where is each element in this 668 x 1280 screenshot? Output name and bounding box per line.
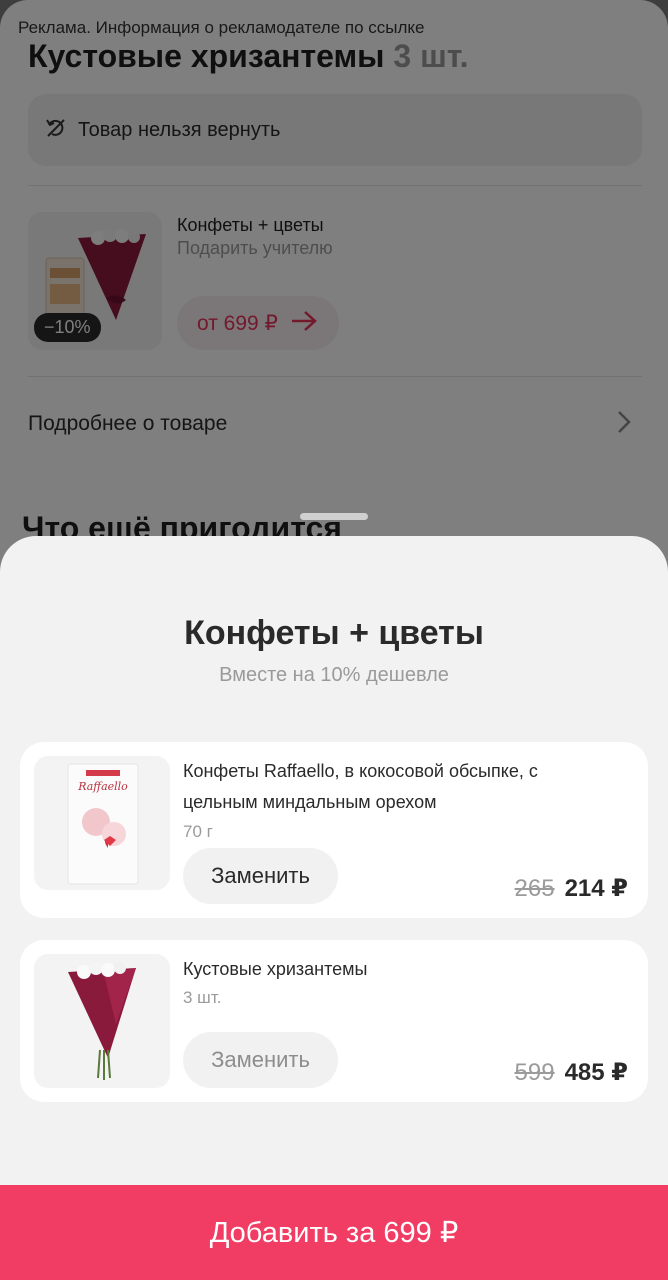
product-name: Кустовые хризантемы xyxy=(183,959,368,979)
product-image-chrysanthemums[interactable] xyxy=(34,954,170,1088)
price: 265 214 ₽ xyxy=(515,874,628,903)
replace-button[interactable]: Заменить xyxy=(183,1032,338,1088)
add-to-cart-button[interactable]: Добавить за 699 ₽ xyxy=(0,1185,668,1280)
sheet-title: Конфеты + цветы xyxy=(184,614,484,652)
new-price: 485 ₽ xyxy=(564,1059,628,1086)
raffaello-brand-logo: Raffaello xyxy=(77,780,128,793)
old-price: 265 xyxy=(514,875,555,902)
product-weight: 70 г xyxy=(183,822,213,841)
new-price: 214 ₽ xyxy=(564,875,628,902)
sheet-drag-handle[interactable] xyxy=(300,513,368,520)
price: 599 485 ₽ xyxy=(515,1058,628,1087)
product-name: Конфеты Raffaello, в кокосовой обсыпке, … xyxy=(183,761,538,812)
bottom-sheet: Конфеты + цветы Вместе на 10% дешевле Ra… xyxy=(0,536,668,1280)
product-card: Raffaello Конфеты Raffaello, в кокосовой… xyxy=(20,742,648,918)
product-weight: 3 шт. xyxy=(183,988,222,1007)
product-image-raffaello[interactable]: Raffaello xyxy=(34,756,170,890)
old-price: 599 xyxy=(514,1059,555,1086)
sheet-subtitle: Вместе на 10% дешевле xyxy=(219,664,449,686)
product-card: Кустовые хризантемы 3 шт. Заменить 599 48… xyxy=(20,940,648,1102)
replace-button[interactable]: Заменить xyxy=(183,848,338,904)
